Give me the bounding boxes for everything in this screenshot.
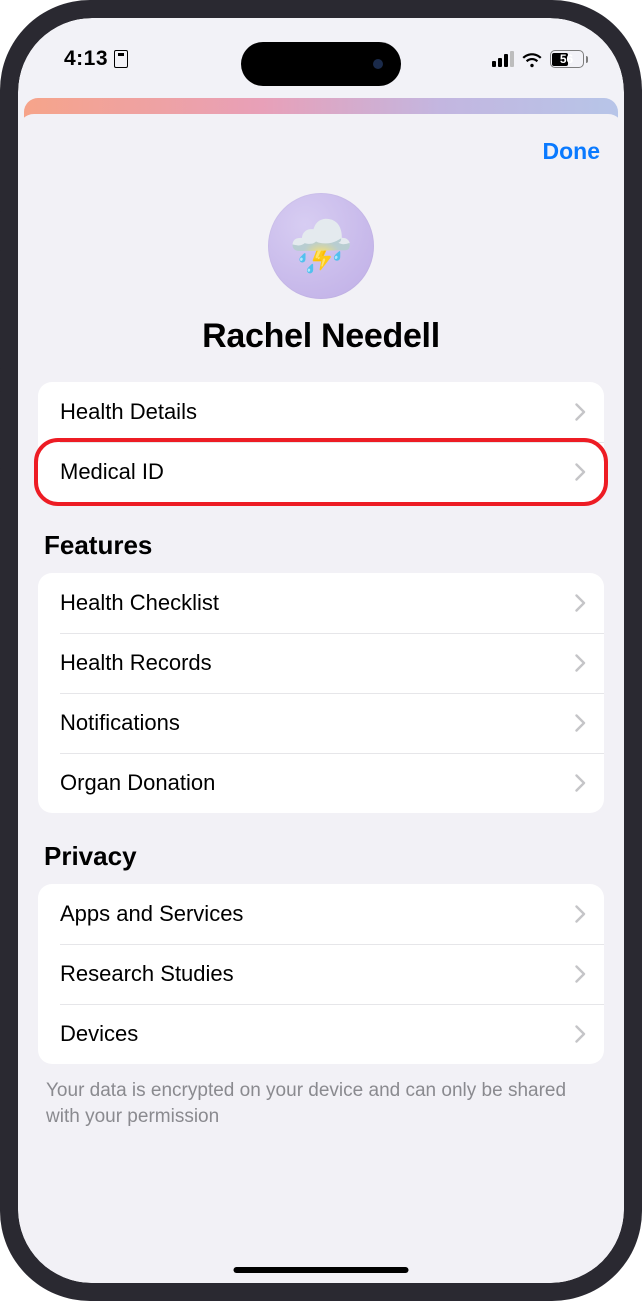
screen: 4:13 56	[18, 18, 624, 1283]
profile-name: Rachel Needell	[202, 317, 440, 356]
wifi-icon	[521, 51, 543, 67]
volume-down-button	[0, 390, 1, 470]
home-indicator[interactable]	[234, 1267, 409, 1273]
list-row-health-records[interactable]: Health Records	[38, 633, 604, 693]
dynamic-island	[241, 42, 401, 86]
profile-sheet: Done ⛈️ Rachel Needell Health Details Med…	[18, 114, 624, 1283]
chevron-right-icon	[575, 1025, 586, 1043]
chevron-right-icon	[575, 403, 586, 421]
sheet-header: Done	[18, 124, 624, 165]
chevron-right-icon	[575, 714, 586, 732]
mute-switch	[0, 210, 1, 252]
sim-icon	[114, 50, 128, 68]
list-row-medical-id[interactable]: Medical ID	[38, 442, 604, 502]
list-row-health-checklist[interactable]: Health Checklist	[38, 573, 604, 633]
chevron-right-icon	[575, 774, 586, 792]
row-label: Research Studies	[60, 961, 234, 987]
list-row-health-details[interactable]: Health Details	[38, 382, 604, 442]
list-row-organ-donation[interactable]: Organ Donation	[38, 753, 604, 813]
row-label: Medical ID	[60, 459, 164, 485]
chevron-right-icon	[575, 594, 586, 612]
status-time: 4:13	[64, 47, 108, 71]
profile-header: ⛈️ Rachel Needell	[18, 165, 624, 372]
row-label: Health Details	[60, 399, 197, 425]
group: Apps and Services Research Studies Devices	[38, 884, 604, 1064]
list-row-research-studies[interactable]: Research Studies	[38, 944, 604, 1004]
chevron-right-icon	[575, 654, 586, 672]
section-title: Features	[38, 520, 604, 573]
row-label: Apps and Services	[60, 901, 243, 927]
chevron-right-icon	[575, 463, 586, 481]
battery-pct: 56	[551, 52, 583, 67]
battery-icon: 56	[550, 50, 589, 68]
front-camera-icon	[373, 59, 383, 69]
group: Health Checklist Health Records Notificati…	[38, 573, 604, 813]
volume-up-button	[0, 290, 1, 370]
status-right: 56	[492, 50, 589, 68]
avatar[interactable]: ⛈️	[268, 193, 374, 299]
section-title: Privacy	[38, 831, 604, 884]
section-privacy: Privacy Apps and Services Research Studies…	[18, 813, 624, 1064]
chevron-right-icon	[575, 965, 586, 983]
list-row-devices[interactable]: Devices	[38, 1004, 604, 1064]
cellular-icon	[492, 51, 514, 67]
chevron-right-icon	[575, 905, 586, 923]
status-left: 4:13	[64, 47, 128, 71]
profile-group: Health Details Medical ID	[38, 382, 604, 502]
row-label: Health Records	[60, 650, 212, 676]
section-features: Features Health Checklist Health Records No…	[18, 502, 624, 813]
list-row-notifications[interactable]: Notifications	[38, 693, 604, 753]
profile-group-section: Health Details Medical ID	[18, 372, 624, 502]
phone-bezel: 4:13 56	[18, 18, 624, 1283]
phone-frame: 4:13 56	[0, 0, 642, 1301]
done-button[interactable]: Done	[543, 138, 601, 165]
row-label: Notifications	[60, 710, 180, 736]
row-label: Devices	[60, 1021, 138, 1047]
row-label: Organ Donation	[60, 770, 215, 796]
privacy-footer-text: Your data is encrypted on your device an…	[18, 1064, 624, 1129]
row-label: Health Checklist	[60, 590, 219, 616]
list-row-apps-and-services[interactable]: Apps and Services	[38, 884, 604, 944]
